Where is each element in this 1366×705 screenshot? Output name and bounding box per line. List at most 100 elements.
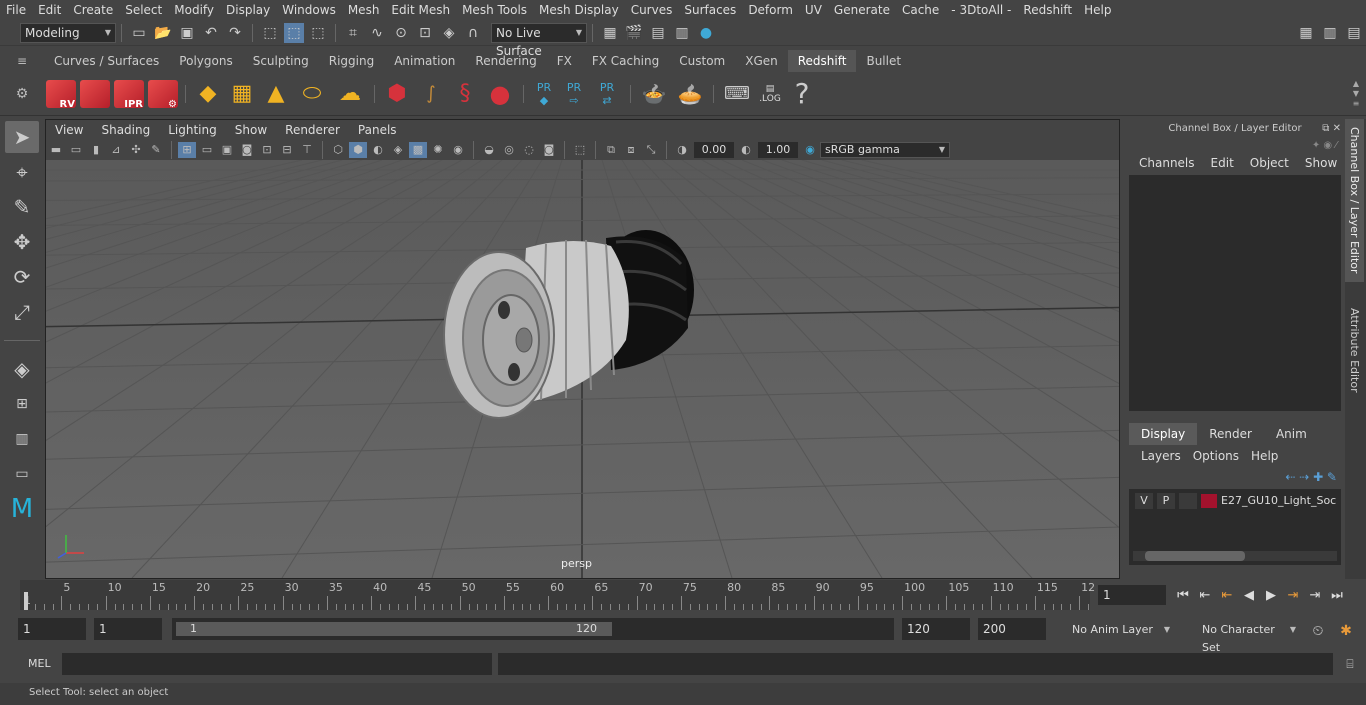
rs-bake-icon[interactable]: 🍲 (638, 82, 670, 106)
bookmark-icon[interactable]: ▮ (87, 142, 105, 158)
viewport-menu-show[interactable]: Show (226, 120, 276, 140)
rs-light-icon[interactable]: ◆ (193, 81, 223, 106)
backface-icon[interactable]: ⤡ (642, 142, 660, 158)
hypershade-icon[interactable]: ● (696, 23, 716, 43)
channel-box-area[interactable] (1129, 175, 1341, 411)
layer-tab-render[interactable]: Render (1197, 423, 1264, 445)
rs-script-icon[interactable]: ⌨ (721, 83, 753, 104)
grid-icon[interactable]: ⊞ (178, 142, 196, 158)
redshift-ipr-icon[interactable]: IPR (114, 78, 144, 110)
menu-create[interactable]: Create (67, 0, 119, 20)
shelf-tab-rigging[interactable]: Rigging (319, 50, 384, 72)
gamma-icon[interactable]: ◐ (737, 142, 755, 158)
snap-view-icon[interactable]: ⊡ (415, 23, 435, 43)
menu-edit[interactable]: Edit (32, 0, 67, 20)
viewport-menu-renderer[interactable]: Renderer (276, 120, 349, 140)
scene-end-field[interactable]: 200 (978, 618, 1046, 640)
menu-surfaces[interactable]: Surfaces (678, 0, 742, 20)
film-gate-icon[interactable]: ▭ (198, 142, 216, 158)
shelf-tab-rendering[interactable]: Rendering (465, 50, 546, 72)
rs-bake-set-icon[interactable]: 🥧 (674, 82, 706, 106)
save-scene-icon[interactable]: ▣ (177, 23, 197, 43)
rotate-tool-icon[interactable]: ⟳ (5, 261, 39, 293)
redo-icon[interactable]: ↷ (225, 23, 245, 43)
safe-title-icon[interactable]: ⊤ (298, 142, 316, 158)
shelf-tab-fx-caching[interactable]: FX Caching (582, 50, 669, 72)
channel-box-icons[interactable]: ✦ ◉ ⁄ (1125, 137, 1345, 153)
viewport-menu-shading[interactable]: Shading (92, 120, 159, 140)
playback-start-field[interactable]: 1 (94, 618, 162, 640)
2d-pan-icon[interactable]: ✣ (127, 142, 145, 158)
go-to-end-icon[interactable]: ⏭ (1326, 586, 1348, 606)
use-all-lights-icon[interactable]: ▩ (409, 142, 427, 158)
color-space-dropdown[interactable]: sRGB gamma (820, 142, 950, 158)
render-settings-icon[interactable]: ▦ (600, 23, 620, 43)
rs-log-icon[interactable]: ▤ .LOG (755, 84, 785, 104)
layer-visibility-toggle[interactable]: V (1135, 492, 1153, 509)
snap-curve-icon[interactable]: ∿ (367, 23, 387, 43)
menu-modify[interactable]: Modify (168, 0, 220, 20)
rs-pr-export-icon[interactable]: PR ⇨ (559, 81, 589, 107)
playback-end-field[interactable]: 120 (902, 618, 970, 640)
menu-mesh-tools[interactable]: Mesh Tools (456, 0, 533, 20)
render-frame-icon[interactable]: 🎬 (624, 23, 644, 43)
cmd-language-label[interactable]: MEL (28, 657, 51, 670)
layer-menu-options[interactable]: Options (1187, 449, 1245, 463)
channel-menu-show[interactable]: Show (1297, 156, 1345, 170)
modeling-toolkit-icon[interactable]: ▥ (1320, 23, 1340, 43)
image-plane-icon[interactable]: ⊿ (107, 142, 125, 158)
snap-point-icon[interactable]: ⊙ (391, 23, 411, 43)
cmd-input[interactable] (62, 653, 492, 675)
rs-proxy-icon[interactable]: ⬢ (382, 81, 412, 106)
paint-select-tool-icon[interactable]: ✎ (5, 191, 39, 223)
rs-material-ball-icon[interactable]: ● (484, 80, 516, 108)
shelf-tab-fx[interactable]: FX (547, 50, 582, 72)
isolate-select-icon[interactable]: ◙ (540, 142, 558, 158)
rs-dome-light-icon[interactable]: ⬭ (295, 81, 329, 106)
shelf-tab-redshift[interactable]: Redshift (787, 50, 857, 72)
gate-mask-icon[interactable]: ◙ (238, 142, 256, 158)
layer-row[interactable]: V P E27_GU10_Light_Socket (1129, 489, 1341, 509)
select-tool-icon[interactable]: ➤ (5, 121, 39, 153)
shelf-tab-curves-surfaces[interactable]: Curves / Surfaces (44, 50, 169, 72)
shelf-tab-polygons[interactable]: Polygons (169, 50, 242, 72)
rs-area-light-icon[interactable]: ▦ (227, 81, 257, 106)
undo-icon[interactable]: ↶ (201, 23, 221, 43)
panel-layout-icon[interactable]: ▤ (1344, 23, 1364, 43)
step-forward-key-icon[interactable]: ⇥ (1282, 586, 1304, 606)
menu-mesh-display[interactable]: Mesh Display (533, 0, 625, 20)
camera-select-icon[interactable]: ▬ (47, 142, 65, 158)
select-object-icon[interactable]: ⬚ (284, 22, 304, 43)
workspace-icon[interactable]: ▦ (1296, 23, 1316, 43)
shelf-tab-animation[interactable]: Animation (384, 50, 465, 72)
rs-volume-icon[interactable]: § (450, 81, 480, 106)
xray-icon[interactable]: ⬚ (571, 142, 589, 158)
redshift-settings-icon[interactable]: ⚙ (148, 78, 178, 110)
shelf-tab-bullet[interactable]: Bullet (856, 50, 911, 72)
resolution-gate-icon[interactable]: ▣ (218, 142, 236, 158)
anti-alias-icon[interactable]: ◎ (500, 142, 518, 158)
menu-curves[interactable]: Curves (625, 0, 679, 20)
side-tab-attribute-editor[interactable]: Attribute Editor (1345, 300, 1364, 401)
safe-action-icon[interactable]: ⊟ (278, 142, 296, 158)
menu-windows[interactable]: Windows (276, 0, 342, 20)
shelf-tab-xgen[interactable]: XGen (735, 50, 788, 72)
xray-joints-icon[interactable]: ⧉ (602, 142, 620, 158)
smooth-shade-icon[interactable]: ⬢ (349, 142, 367, 158)
play-forward-icon[interactable]: ▶ (1260, 586, 1282, 606)
menu-select[interactable]: Select (119, 0, 168, 20)
magnet-icon[interactable]: ∩ (463, 23, 483, 43)
render-view-icon[interactable]: ▥ (672, 23, 692, 43)
current-time-marker[interactable] (24, 592, 28, 610)
scale-tool-icon[interactable]: ⤢ (5, 296, 39, 328)
menu-3dtoall[interactable]: - 3DtoAll - (945, 0, 1017, 20)
menu-redshift[interactable]: Redshift (1017, 0, 1078, 20)
step-forward-icon[interactable]: ⇥ (1304, 586, 1326, 606)
menu-file[interactable]: File (0, 0, 32, 20)
menu-help[interactable]: Help (1078, 0, 1117, 20)
layer-name[interactable]: E27_GU10_Light_Socket (1221, 494, 1337, 507)
new-scene-icon[interactable]: ▭ (129, 23, 149, 43)
motion-blur-icon[interactable]: ◒ (480, 142, 498, 158)
script-editor-icon[interactable]: ⌸ (1340, 654, 1360, 674)
layout-split-icon[interactable]: ▭ (5, 458, 39, 490)
